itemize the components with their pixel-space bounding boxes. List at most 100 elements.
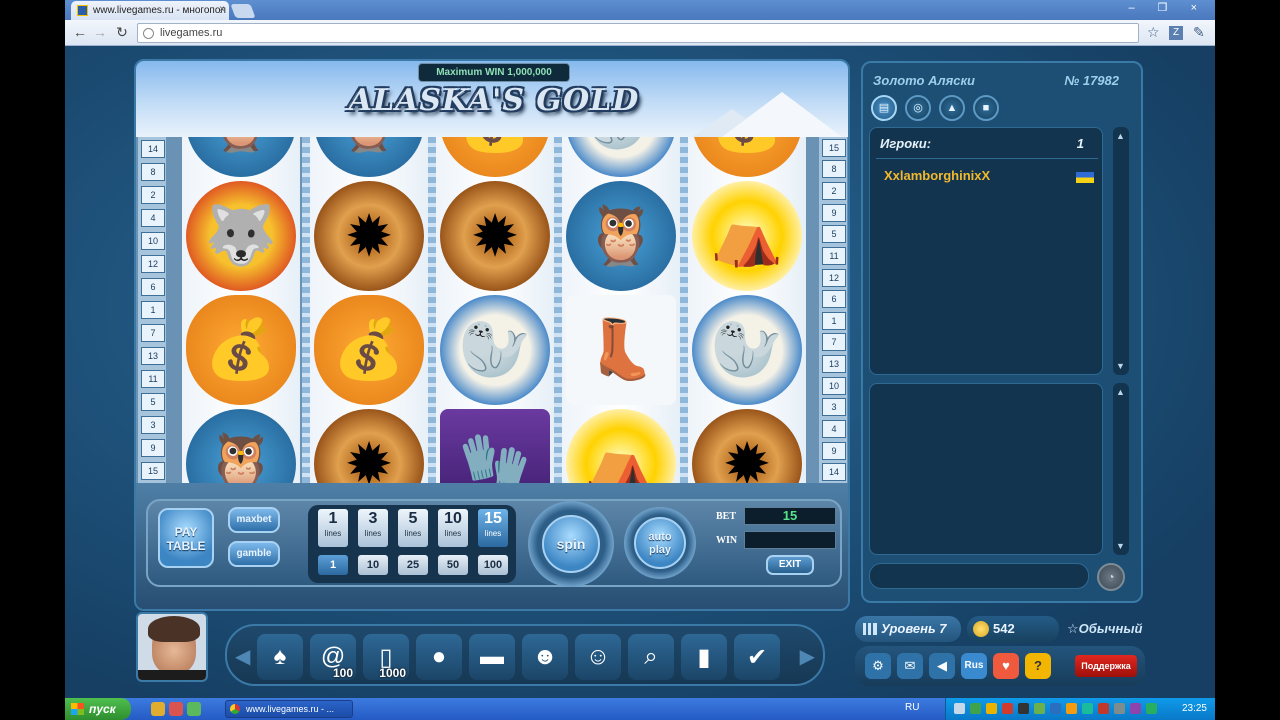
left-line-number[interactable]: 6 — [141, 277, 165, 296]
player-name[interactable]: XxlamborghinixX — [884, 168, 990, 183]
right-line-number[interactable]: 4 — [822, 419, 846, 438]
left-line-number[interactable]: 5 — [141, 393, 165, 412]
mail-icon[interactable]: ✉ — [897, 653, 923, 679]
bookmark-star-icon[interactable]: ☆ — [1147, 24, 1160, 41]
lines-5-button[interactable]: 5 lines — [398, 509, 428, 547]
camera-tab-icon[interactable]: ■ — [973, 95, 999, 121]
send-message-icon[interactable]: ◔ — [1097, 563, 1125, 591]
coins-badge[interactable]: 542 — [967, 616, 1059, 642]
sound-icon[interactable]: ◀ — [929, 653, 955, 679]
tray-icon[interactable] — [954, 703, 965, 714]
wallet-icon[interactable]: ▬ — [469, 634, 515, 680]
language-button[interactable]: Rus — [961, 653, 987, 679]
left-line-number[interactable]: 13 — [141, 347, 165, 366]
reload-icon[interactable]: ↻ — [113, 24, 131, 41]
left-line-number[interactable]: 1 — [141, 301, 165, 319]
taskbar-browser-item[interactable]: www.livegames.ru - ... — [225, 700, 353, 718]
rank-badge[interactable]: ☆Обычный — [1067, 616, 1142, 642]
bet-10-button[interactable]: 10 — [358, 555, 388, 575]
right-line-number[interactable]: 12 — [822, 268, 846, 287]
gold-coin-icon[interactable]: ● — [416, 634, 462, 680]
right-line-number[interactable]: 14 — [822, 463, 846, 482]
tray-icon[interactable] — [1130, 703, 1141, 714]
bet-1-button[interactable]: 1 — [318, 555, 348, 575]
messages-scrollbar[interactable]: ▲ ▼ — [1113, 383, 1129, 555]
scroll-up-icon[interactable]: ▲ — [1116, 131, 1125, 141]
browser-tab[interactable]: www.livegames.ru - многопол × — [71, 1, 229, 20]
bet-25-button[interactable]: 25 — [398, 555, 428, 575]
tray-icon[interactable] — [1018, 703, 1029, 714]
tray-icon[interactable] — [1082, 703, 1093, 714]
user-avatar[interactable] — [136, 612, 208, 682]
lines-1-button[interactable]: 1 lines — [318, 509, 348, 547]
forward-arrow-icon[interactable]: → — [91, 24, 109, 40]
right-line-number[interactable]: 13 — [822, 355, 846, 374]
quicklaunch-icon[interactable] — [169, 702, 183, 716]
search-user-icon[interactable]: ⌕ — [628, 634, 674, 680]
right-line-number[interactable]: 9 — [822, 203, 846, 222]
right-line-number[interactable]: 11 — [822, 246, 846, 265]
quicklaunch-icon[interactable] — [187, 702, 201, 716]
left-line-number[interactable]: 2 — [141, 185, 165, 204]
medal-tab-icon[interactable]: ◎ — [905, 95, 931, 121]
tray-icon[interactable] — [1098, 703, 1109, 714]
left-line-number[interactable]: 3 — [141, 416, 165, 435]
left-line-number[interactable]: 10 — [141, 231, 165, 250]
right-line-number[interactable]: 5 — [822, 225, 846, 244]
left-line-number[interactable]: 11 — [141, 370, 165, 389]
support-button[interactable]: Поддержка — [1075, 655, 1137, 677]
scroll-left-icon[interactable]: ◀ — [235, 644, 250, 669]
left-line-number[interactable]: 8 — [141, 162, 165, 181]
input-language[interactable]: RU — [905, 702, 919, 713]
right-line-number[interactable]: 8 — [822, 160, 846, 179]
gamble-button[interactable]: gamble — [228, 541, 280, 567]
level-badge[interactable]: Уровень 7 — [855, 616, 961, 642]
extension-icon[interactable]: Z — [1169, 26, 1183, 40]
bet-50-button[interactable]: 50 — [438, 555, 468, 575]
emoticons-icon[interactable]: ☻ — [522, 634, 568, 680]
left-line-number[interactable]: 15 — [141, 462, 165, 481]
left-line-number[interactable]: 9 — [141, 439, 165, 458]
lines-15-button[interactable]: 15 lines — [478, 509, 508, 547]
left-line-number[interactable]: 14 — [141, 139, 165, 158]
back-arrow-icon[interactable]: ← — [71, 24, 89, 40]
auto-play-button[interactable]: auto play — [634, 517, 686, 569]
tray-icon[interactable] — [1034, 703, 1045, 714]
right-line-number[interactable]: 15 — [822, 138, 846, 157]
tab-close-icon[interactable]: × — [219, 4, 225, 15]
right-line-number[interactable]: 10 — [822, 376, 846, 395]
new-tab-button[interactable] — [230, 4, 256, 18]
right-line-number[interactable]: 7 — [822, 333, 846, 352]
right-line-number[interactable]: 6 — [822, 290, 846, 309]
tray-icon[interactable] — [1146, 703, 1157, 714]
spin-button[interactable]: spin — [542, 515, 600, 573]
lines-10-button[interactable]: 10 lines — [438, 509, 468, 547]
hat-tab-icon[interactable]: ▲ — [939, 95, 965, 121]
window-controls[interactable]: – ❐ × — [1128, 1, 1207, 14]
maxbet-button[interactable]: maxbet — [228, 507, 280, 533]
start-button[interactable]: пуск — [65, 698, 131, 720]
lines-3-button[interactable]: 3 lines — [358, 509, 388, 547]
tray-icon[interactable] — [1066, 703, 1077, 714]
tray-icon[interactable] — [970, 703, 981, 714]
at-100-icon[interactable]: @100 — [310, 634, 356, 680]
scroll-up-icon[interactable]: ▲ — [1116, 387, 1125, 397]
friends-icon[interactable]: ☺ — [575, 634, 621, 680]
poker-icon[interactable]: ♠ — [257, 634, 303, 680]
scroll-down-icon[interactable]: ▼ — [1116, 541, 1125, 551]
help-icon[interactable]: ? — [1025, 653, 1051, 679]
left-line-number[interactable]: 7 — [141, 324, 165, 343]
right-line-number[interactable]: 1 — [822, 311, 846, 330]
right-line-number[interactable]: 3 — [822, 398, 846, 417]
chat-input[interactable] — [869, 563, 1089, 589]
rating-chart-icon[interactable]: ▮ — [681, 634, 727, 680]
chat-tab-icon[interactable]: ▤ — [871, 95, 897, 121]
bet-100-button[interactable]: 100 — [478, 555, 508, 575]
heart-icon[interactable]: ♥ — [993, 653, 1019, 679]
left-line-number[interactable]: 4 — [141, 208, 165, 227]
exit-button[interactable]: EXIT — [766, 555, 814, 575]
tray-icon[interactable] — [1050, 703, 1061, 714]
right-line-number[interactable]: 9 — [822, 441, 846, 460]
right-line-number[interactable]: 2 — [822, 182, 846, 201]
wrench-icon[interactable]: ✎ — [1193, 24, 1205, 41]
